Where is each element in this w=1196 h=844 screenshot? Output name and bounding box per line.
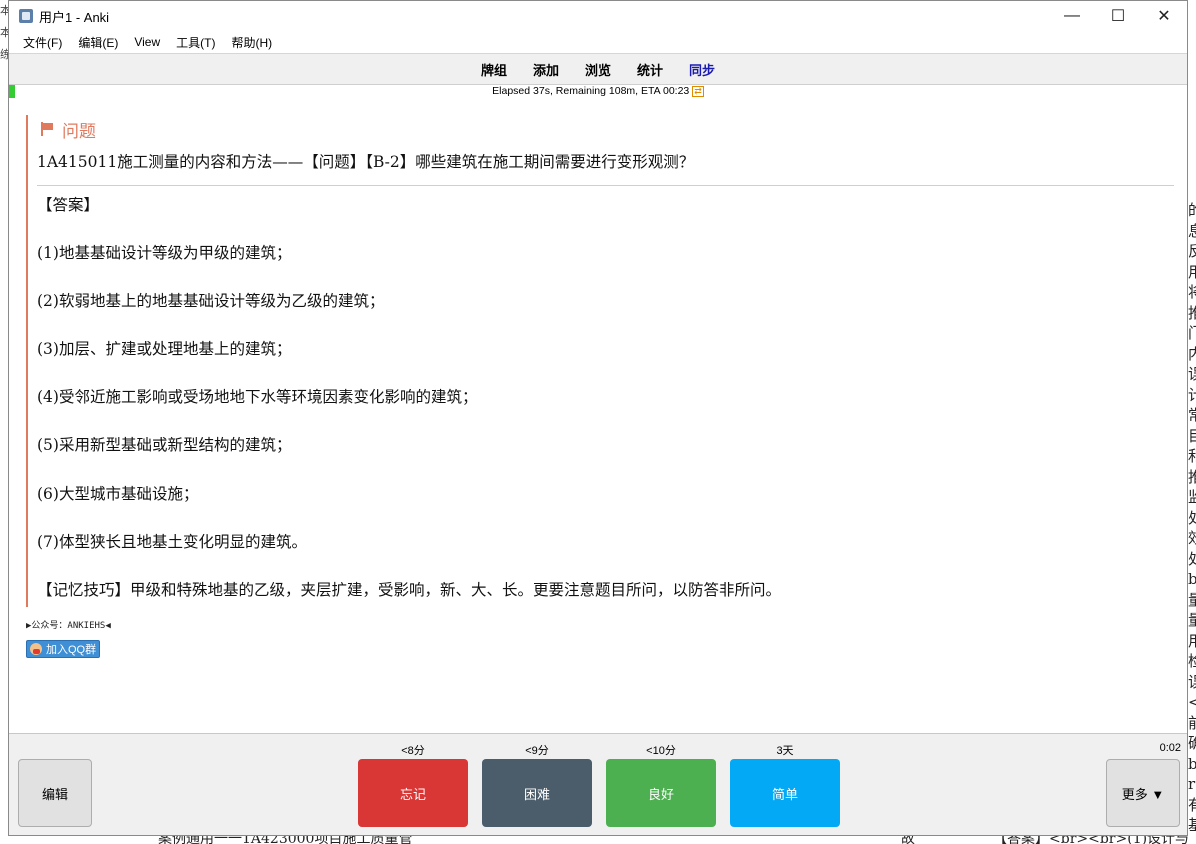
background-right-text: 计 xyxy=(1188,385,1196,406)
close-button[interactable]: ✕ xyxy=(1141,1,1187,31)
background-right-text: < xyxy=(1188,692,1196,713)
menu-file[interactable]: 文件(F) xyxy=(15,34,70,51)
toolbar-add-link[interactable]: 添加 xyxy=(533,60,559,79)
question-text: 1A415011施工测量的内容和方法——【问题】【B-2】哪些建筑在施工期间需要… xyxy=(37,153,695,171)
menu-bar: 文件(F) 编辑(E) View 工具(T) 帮助(H) xyxy=(9,31,1187,54)
toolbar-browse-link[interactable]: 浏览 xyxy=(585,60,611,79)
window-title: 用户1 - Anki xyxy=(39,9,110,25)
question-label: 问题 xyxy=(62,121,96,142)
background-left-text: 练 xyxy=(0,49,8,61)
background-right-text: 有 xyxy=(1188,795,1196,816)
answer-line: (3)加层、扩建或处理地基上的建筑； xyxy=(37,340,292,358)
background-right-text: 检 xyxy=(1188,651,1196,672)
join-qq-group-label: 加入QQ群 xyxy=(46,644,97,656)
interval-label-hard: <9分 xyxy=(525,745,549,757)
background-right-text: 息 xyxy=(1188,221,1196,242)
interval-label-again: <8分 xyxy=(401,745,425,757)
answer-divider xyxy=(37,185,1174,186)
background-bottom-strip: 案例通用一一1A423000项目施工质量管 故 【答案】<br><br>(1)设… xyxy=(8,836,1188,844)
background-right-strip: 的息反用将推门内误计常目和推监处效处b量量用检误<前确br有基<具 xyxy=(1187,200,1196,840)
background-right-text: 推 xyxy=(1188,467,1196,488)
background-right-text: 和 xyxy=(1188,446,1196,467)
background-right-text: 处 xyxy=(1188,549,1196,570)
main-toolbar: 牌组 添加 浏览 统计 同步 xyxy=(9,54,1187,85)
minimize-button[interactable]: — xyxy=(1049,1,1095,31)
question-header: 问题 xyxy=(40,119,96,142)
interval-label-easy: 3天 xyxy=(776,745,794,757)
card-body: 问题 1A415011施工测量的内容和方法——【问题】【B-2】哪些建筑在施工期… xyxy=(26,115,1174,607)
background-right-text: r xyxy=(1188,775,1196,793)
background-right-text: 效 xyxy=(1188,528,1196,549)
anki-app-icon xyxy=(19,9,33,23)
background-right-text: 常 xyxy=(1188,405,1196,426)
background-bottom-text: 【答案】<br><br>(1)设计与 xyxy=(993,836,1188,844)
toolbar-stats-link[interactable]: 统计 xyxy=(637,60,663,79)
toolbar-decks-link[interactable]: 牌组 xyxy=(481,60,507,79)
answer-line: (4)受邻近施工影响或受场地地下水等环境因素变化影响的建筑； xyxy=(37,388,478,406)
more-button[interactable]: 更多 ▼ xyxy=(1106,759,1180,827)
toolbar-sync-link[interactable]: 同步 xyxy=(689,60,715,79)
background-right-text: 误 xyxy=(1188,364,1196,385)
background-right-text: 用 xyxy=(1188,262,1196,283)
progress-badge-icon: ⇄ xyxy=(692,85,704,97)
title-bar[interactable]: 用户1 - Anki — ☐ ✕ xyxy=(9,1,1187,31)
background-right-text: 处 xyxy=(1188,508,1196,529)
maximize-button[interactable]: ☐ xyxy=(1095,1,1141,31)
background-right-text: 的 xyxy=(1188,200,1196,221)
background-right-text: b xyxy=(1188,569,1196,590)
background-right-text: 监 xyxy=(1188,487,1196,508)
menu-tools[interactable]: 工具(T) xyxy=(168,34,223,51)
review-progress-bar: Elapsed 37s, Remaining 108m, ETA 00:23 ⇄ xyxy=(9,85,1187,100)
answer-line: (5)采用新型基础或新型结构的建筑； xyxy=(37,436,292,454)
answer-good-button[interactable]: 良好 xyxy=(606,759,716,827)
background-right-text: 目 xyxy=(1188,426,1196,447)
review-bottom-bar: 编辑 <8分 忘记 <9分 困难 <10分 良好 3天 简单 0:02 更多 ▼ xyxy=(9,733,1187,835)
background-bottom-text: 案例通用一一1A423000项目施工质量管 xyxy=(158,836,413,844)
background-left-text: 本 xyxy=(0,5,8,17)
answer-line: 【记忆技巧】甲级和特殊地基的乙级，夹层扩建，受影响，新、大、长。更要注意题目所问… xyxy=(37,581,782,599)
progress-text: Elapsed 37s, Remaining 108m, ETA 00:23 xyxy=(492,85,690,97)
answer-hard-button[interactable]: 困难 xyxy=(482,759,592,827)
background-right-text: 将 xyxy=(1188,282,1196,303)
answer-line: (7)体型狭长且地基土变化明显的建筑。 xyxy=(37,533,307,551)
edit-button[interactable]: 编辑 xyxy=(18,759,92,827)
background-right-text: b xyxy=(1188,754,1196,775)
background-right-text: 误 xyxy=(1188,672,1196,693)
background-right-text: 用 xyxy=(1188,631,1196,652)
flag-icon xyxy=(40,122,54,136)
answer-line: 【答案】 xyxy=(37,196,100,214)
interval-label-good: <10分 xyxy=(646,745,676,757)
background-right-text: 推 xyxy=(1188,303,1196,324)
background-bottom-text: 故 xyxy=(901,836,915,844)
background-right-text: 量 xyxy=(1188,610,1196,631)
background-right-text: 门 xyxy=(1188,323,1196,344)
answer-line: (1)地基基础设计等级为甲级的建筑； xyxy=(37,244,292,262)
background-left-text: 本 xyxy=(0,27,8,39)
anki-window: 用户1 - Anki — ☐ ✕ 文件(F) 编辑(E) View 工具(T) … xyxy=(8,0,1188,836)
answer-timer: 0:02 xyxy=(1159,742,1181,754)
answer-easy-button[interactable]: 简单 xyxy=(730,759,840,827)
background-left-strip: 本 本 练 xyxy=(0,0,8,80)
background-right-text: 内 xyxy=(1188,344,1196,365)
join-qq-group-button[interactable]: 加入QQ群 xyxy=(26,640,100,658)
answer-again-button[interactable]: 忘记 xyxy=(358,759,468,827)
answer-line: (6)大型城市基础设施； xyxy=(37,485,199,503)
background-right-text: 确 xyxy=(1188,733,1196,754)
background-right-text: 反 xyxy=(1188,241,1196,262)
menu-view[interactable]: View xyxy=(126,35,168,49)
card-content-area: 问题 1A415011施工测量的内容和方法——【问题】【B-2】哪些建筑在施工期… xyxy=(9,99,1187,733)
background-right-text: 量 xyxy=(1188,590,1196,611)
footer-text: ▶公众号：ANKIEHS◀ xyxy=(26,621,111,631)
background-right-text: < xyxy=(1188,836,1196,841)
answer-line: (2)软弱地基上的地基基础设计等级为乙级的建筑； xyxy=(37,292,385,310)
menu-help[interactable]: 帮助(H) xyxy=(223,34,280,51)
background-right-text: 基 xyxy=(1188,815,1196,836)
menu-edit[interactable]: 编辑(E) xyxy=(70,34,126,51)
qq-icon xyxy=(30,643,42,655)
background-right-text: 前 xyxy=(1188,713,1196,734)
